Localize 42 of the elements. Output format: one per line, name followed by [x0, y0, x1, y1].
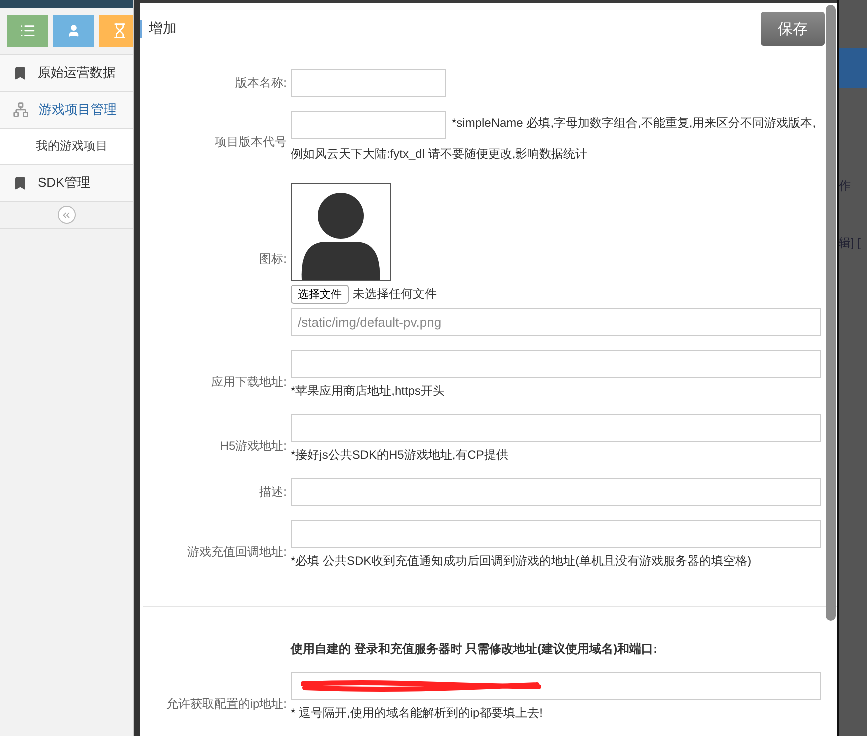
- field-hint: *simpleName 必填,字母加数字组合,不能重复,用来区分不同游戏版本,: [452, 115, 816, 132]
- field-label: 版本名称:: [234, 74, 287, 92]
- file-status: 未选择任何文件: [353, 286, 437, 303]
- bookmark-icon: [13, 66, 28, 80]
- shortcut-button[interactable]: [99, 15, 133, 47]
- menu-item[interactable]: 原始运营数据: [0, 55, 133, 92]
- hourglass-icon: [112, 23, 128, 39]
- input-field[interactable]: [291, 478, 821, 506]
- field-label: 应用下载地址:: [210, 374, 287, 390]
- menu-item[interactable]: 游戏项目管理: [0, 92, 133, 129]
- bookmark-icon: [13, 176, 28, 190]
- input-field[interactable]: [291, 111, 446, 139]
- field-label: H5游戏地址:: [219, 438, 287, 454]
- collapse-button[interactable]: [58, 206, 76, 224]
- choose-file-button[interactable]: 选择文件: [291, 285, 349, 304]
- field-hint: *必填 公共SDK收到充值通知成功后回调到游戏的地址(单机且没有游戏服务器的填空格): [291, 553, 753, 570]
- field-label: 图标:: [258, 251, 287, 268]
- field-label: 游戏充值回调地址:: [186, 544, 287, 560]
- section-note: 使用自建的 登录和充值服务器时 只需修改地址(建议使用域名)和端口:: [291, 641, 659, 658]
- list-icon: [20, 23, 36, 39]
- field-hint: * 逗号隔开,使用的域名能解析到的ip都要填上去!: [291, 705, 544, 722]
- field-hint: 例如风云天下大陆:fytx_dl 请不要随便更改,影响数据统计: [291, 146, 589, 163]
- shortcut-button[interactable]: [7, 15, 48, 47]
- input-field[interactable]: [291, 69, 446, 97]
- shortcut-button[interactable]: [53, 15, 94, 47]
- input-field[interactable]: [291, 520, 821, 548]
- double-chevron-left-icon: [61, 210, 72, 220]
- input-field[interactable]: [291, 414, 821, 442]
- sitemap-icon: [13, 102, 29, 118]
- field-label: 允许获取配置的ip地址:: [165, 696, 287, 712]
- field-label: 项目版本代号: [214, 134, 287, 150]
- submenu-item[interactable]: 我的游戏项目: [0, 129, 133, 165]
- dialog-title: 增加: [140, 20, 177, 38]
- user-icon: [66, 24, 80, 38]
- save-button[interactable]: 保存: [761, 12, 825, 46]
- menu-item[interactable]: SDK管理: [0, 165, 133, 202]
- field-hint: *接好js公共SDK的H5游戏地址,有CP提供: [291, 447, 510, 464]
- icon-path-field[interactable]: /static/img/default-pv.png: [291, 308, 821, 336]
- field-hint: *苹果应用商店地址,https开头: [291, 383, 446, 400]
- scrollbar-thumb[interactable]: [826, 5, 836, 621]
- input-field[interactable]: [291, 350, 821, 378]
- field-label: 描述:: [258, 484, 287, 500]
